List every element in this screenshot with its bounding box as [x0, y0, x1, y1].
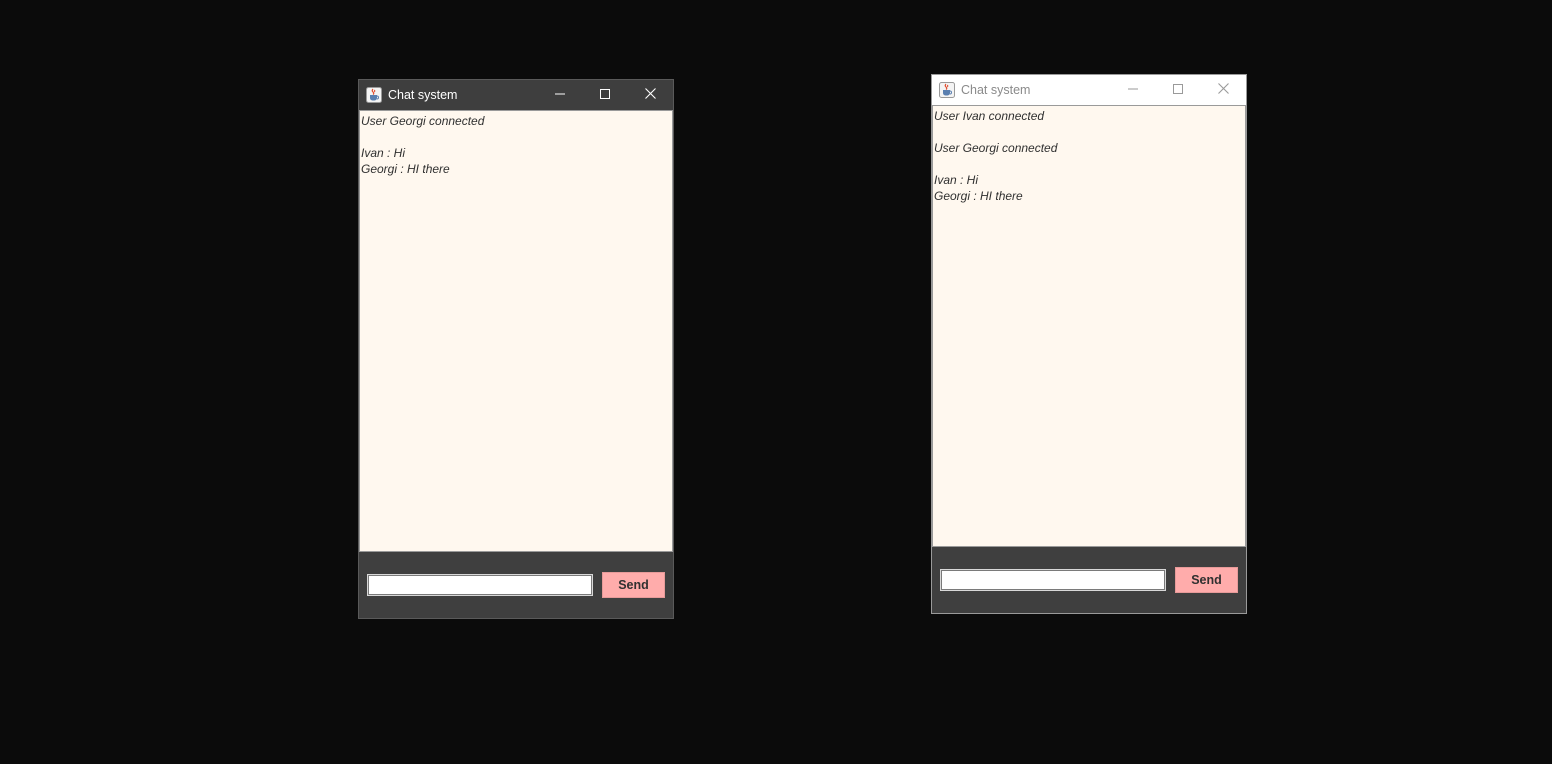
- chat-message: Ivan : Hi: [934, 173, 979, 187]
- close-icon: [1217, 81, 1229, 99]
- maximize-icon: [600, 86, 610, 104]
- chat-log[interactable]: User Georgi connected Ivan : Hi Georgi :…: [359, 110, 673, 552]
- java-coffee-cup-icon: [366, 87, 382, 103]
- input-bar: Send: [359, 552, 673, 618]
- title-bar[interactable]: Chat system: [932, 75, 1246, 105]
- close-button[interactable]: [627, 80, 673, 110]
- window-title: Chat system: [961, 83, 1031, 97]
- minimize-button[interactable]: [1110, 75, 1156, 105]
- minimize-icon: [555, 86, 565, 104]
- maximize-button[interactable]: [582, 80, 628, 110]
- chat-message-blank: [934, 156, 1244, 172]
- chat-log[interactable]: User Ivan connected User Georgi connecte…: [932, 105, 1246, 547]
- minimize-icon: [1128, 81, 1138, 99]
- window-title: Chat system: [388, 88, 458, 102]
- message-input[interactable]: [367, 574, 593, 596]
- chat-message-blank: [361, 129, 671, 145]
- chat-message: User Georgi connected: [934, 141, 1058, 155]
- chat-message: Georgi : HI there: [361, 162, 450, 176]
- chat-window-left[interactable]: Chat system User Georgi connected Ivan :…: [358, 79, 674, 619]
- chat-message: User Ivan connected: [934, 109, 1045, 123]
- title-bar[interactable]: Chat system: [359, 80, 673, 110]
- chat-message: User Georgi connected: [361, 114, 485, 128]
- input-bar: Send: [932, 547, 1246, 613]
- send-button[interactable]: Send: [1175, 567, 1238, 593]
- chat-message: Georgi : HI there: [934, 189, 1023, 203]
- chat-window-right[interactable]: Chat system User Ivan connected User Geo…: [931, 74, 1247, 614]
- chat-message-blank: [934, 124, 1244, 140]
- chat-message: Ivan : Hi: [361, 146, 406, 160]
- message-input[interactable]: [940, 569, 1166, 591]
- java-coffee-cup-icon: [939, 82, 955, 98]
- close-button[interactable]: [1200, 75, 1246, 105]
- maximize-button[interactable]: [1155, 75, 1201, 105]
- close-icon: [644, 86, 656, 104]
- send-button[interactable]: Send: [602, 572, 665, 598]
- maximize-icon: [1173, 81, 1183, 99]
- minimize-button[interactable]: [537, 80, 583, 110]
